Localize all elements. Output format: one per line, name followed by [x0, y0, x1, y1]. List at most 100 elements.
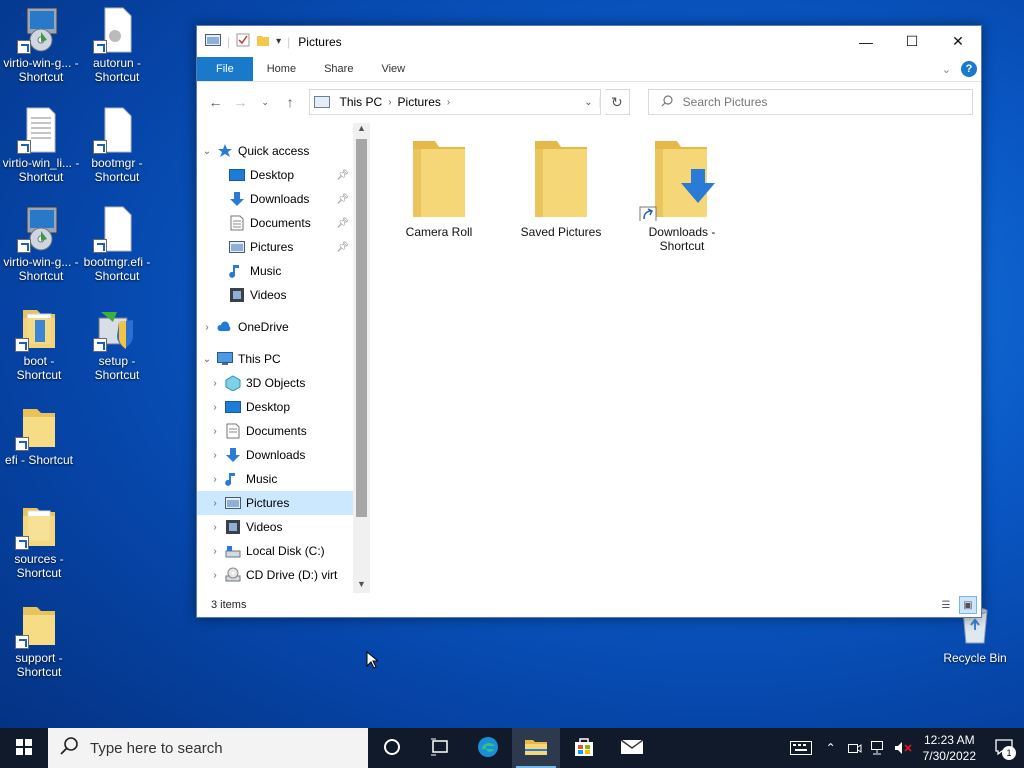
- clock[interactable]: 12:23 AM 7/30/2022: [915, 732, 984, 764]
- up-arrow-icon[interactable]: ↑: [280, 90, 301, 114]
- search-input[interactable]: Search Pictures: [647, 89, 973, 115]
- properties-icon[interactable]: [236, 33, 250, 50]
- network-icon[interactable]: [867, 728, 891, 768]
- taskbar-search-input[interactable]: Type here to search: [48, 728, 368, 768]
- collapsed-chevron-icon[interactable]: ›: [205, 522, 225, 533]
- close-button[interactable]: ✕: [935, 26, 981, 57]
- cortana-button[interactable]: [368, 728, 416, 768]
- nav-quick-music[interactable]: Music: [197, 259, 353, 283]
- meet-now-icon[interactable]: [843, 728, 867, 768]
- collapsed-chevron-icon[interactable]: ›: [205, 402, 225, 413]
- tab-file[interactable]: File: [197, 57, 253, 81]
- edge-button[interactable]: [464, 728, 512, 768]
- desktop-icon-efi[interactable]: efi - Shortcut: [0, 403, 78, 467]
- scroll-down-icon[interactable]: ▼: [353, 579, 370, 593]
- task-view-button[interactable]: [416, 728, 464, 768]
- nav-this-pc[interactable]: ⌄ This PC: [197, 347, 353, 371]
- nav-quick-desktop[interactable]: Desktop 📌︎: [197, 163, 353, 187]
- expanded-chevron-icon[interactable]: ⌄: [197, 146, 217, 157]
- desktop-icon-support[interactable]: support - Shortcut: [0, 601, 78, 679]
- title-bar[interactable]: | ▾ | Pictures — ☐ ✕: [197, 26, 981, 57]
- file-list[interactable]: Camera Roll Saved Pictures Downloads - S…: [370, 123, 981, 593]
- download-icon: [229, 191, 245, 207]
- back-arrow-icon[interactable]: ←: [205, 90, 226, 114]
- pin-icon[interactable]: 📌︎: [336, 194, 349, 205]
- refresh-icon[interactable]: ↻: [604, 89, 630, 115]
- nav-onedrive[interactable]: › OneDrive: [197, 315, 353, 339]
- nav-pc-local-disk[interactable]: › Local Disk (C:): [197, 539, 353, 563]
- desktop-icon-bootmgr-efi[interactable]: bootmgr.efi - Shortcut: [78, 205, 156, 283]
- desktop-icon-sources[interactable]: sources - Shortcut: [0, 502, 78, 580]
- details-view-icon[interactable]: ☰: [937, 596, 955, 614]
- nav-pc-cd-drive[interactable]: › CD Drive (D:) virt: [197, 563, 353, 587]
- action-center-button[interactable]: 1: [984, 728, 1024, 768]
- breadcrumb-pictures[interactable]: Pictures: [394, 95, 445, 109]
- desktop-icon-virtio-win-li[interactable]: virtio-win_li... - Shortcut: [2, 106, 80, 184]
- new-folder-icon[interactable]: [256, 33, 270, 50]
- desktop-icon-virtio-win-gt-2[interactable]: virtio-win-g... - Shortcut: [2, 205, 80, 283]
- maximize-button[interactable]: ☐: [889, 26, 935, 57]
- nav-pc-videos[interactable]: › Videos: [197, 515, 353, 539]
- nav-quick-pictures[interactable]: Pictures 📌︎: [197, 235, 353, 259]
- file-explorer-window[interactable]: | ▾ | Pictures — ☐ ✕ File Home Share Vie…: [196, 25, 982, 618]
- desktop-icon-setup[interactable]: setup - Shortcut: [78, 304, 156, 382]
- collapsed-chevron-icon[interactable]: ›: [197, 322, 217, 333]
- desktop-icon-virtio-win-gt-1[interactable]: virtio-win-g... - Shortcut: [2, 6, 80, 84]
- help-icon[interactable]: ?: [961, 61, 977, 77]
- expanded-chevron-icon[interactable]: ⌄: [197, 354, 217, 365]
- nav-pane-scrollbar[interactable]: ▲ ▼: [353, 123, 370, 593]
- desktop-icon-boot[interactable]: boot - Shortcut: [0, 304, 78, 382]
- tab-share[interactable]: Share: [310, 57, 367, 81]
- volume-muted-icon[interactable]: [891, 728, 915, 768]
- desktop-icon-bootmgr[interactable]: bootmgr - Shortcut: [78, 106, 156, 184]
- tab-home[interactable]: Home: [253, 57, 310, 81]
- expand-ribbon-icon[interactable]: ⌄: [942, 63, 951, 76]
- collapsed-chevron-icon[interactable]: ›: [205, 570, 225, 581]
- breadcrumb-separator-icon[interactable]: ›: [386, 97, 393, 108]
- recent-locations-chevron-icon[interactable]: ⌄: [255, 90, 276, 114]
- store-button[interactable]: [560, 728, 608, 768]
- shortcut-arrow-icon: [17, 239, 31, 253]
- scrollbar-thumb[interactable]: [356, 139, 367, 517]
- address-bar[interactable]: This PC › Pictures › ⌄: [308, 89, 601, 115]
- nav-quick-videos[interactable]: Videos: [197, 283, 353, 307]
- nav-pc-3d-objects[interactable]: › 3D Objects: [197, 371, 353, 395]
- scroll-up-icon[interactable]: ▲: [353, 123, 370, 137]
- file-explorer-button[interactable]: [512, 728, 560, 768]
- folder-icon: [15, 304, 63, 352]
- desktop-icon-autorun[interactable]: autorun - Shortcut: [78, 6, 156, 84]
- nav-quick-documents[interactable]: Documents 📌︎: [197, 211, 353, 235]
- collapsed-chevron-icon[interactable]: ›: [205, 450, 225, 461]
- breadcrumb-separator-icon[interactable]: ›: [445, 97, 452, 108]
- nav-pc-downloads[interactable]: › Downloads: [197, 443, 353, 467]
- pin-icon[interactable]: 📌︎: [336, 170, 349, 181]
- mail-button[interactable]: [608, 728, 656, 768]
- nav-pc-pictures[interactable]: › Pictures: [197, 491, 353, 515]
- minimize-button[interactable]: —: [843, 26, 889, 57]
- collapsed-chevron-icon[interactable]: ›: [205, 546, 225, 557]
- nav-pc-documents[interactable]: › Documents: [197, 419, 353, 443]
- folder-item-camera-roll[interactable]: Camera Roll: [384, 137, 494, 239]
- nav-quick-access[interactable]: ⌄ Quick access: [197, 139, 353, 163]
- address-dropdown-icon[interactable]: ⌄: [578, 96, 600, 108]
- pin-icon[interactable]: 📌︎: [336, 242, 349, 253]
- large-icons-view-icon[interactable]: ▣: [959, 596, 977, 614]
- folder-item-downloads-shortcut[interactable]: Downloads - Shortcut: [627, 137, 737, 253]
- nav-quick-downloads[interactable]: Downloads 📌︎: [197, 187, 353, 211]
- breadcrumb-this-pc[interactable]: This PC: [336, 95, 387, 109]
- nav-pc-music[interactable]: › Music: [197, 467, 353, 491]
- keyboard-icon[interactable]: [783, 728, 819, 768]
- navigation-pane[interactable]: ⌄ Quick access Desktop 📌︎ Downloads 📌︎ D…: [197, 123, 353, 593]
- collapsed-chevron-icon[interactable]: ›: [205, 378, 225, 389]
- collapsed-chevron-icon[interactable]: ›: [205, 474, 225, 485]
- pin-icon[interactable]: 📌︎: [336, 218, 349, 229]
- collapsed-chevron-icon[interactable]: ›: [205, 426, 225, 437]
- show-hidden-icons-chevron-icon[interactable]: ⌃: [819, 728, 843, 768]
- qat-dropdown-icon[interactable]: ▾: [276, 36, 281, 47]
- forward-arrow-icon[interactable]: →: [230, 90, 251, 114]
- folder-item-saved-pictures[interactable]: Saved Pictures: [506, 137, 616, 239]
- tab-view[interactable]: View: [367, 57, 419, 81]
- start-button[interactable]: [0, 728, 48, 768]
- nav-pc-desktop[interactable]: › Desktop: [197, 395, 353, 419]
- collapsed-chevron-icon[interactable]: ›: [205, 498, 225, 509]
